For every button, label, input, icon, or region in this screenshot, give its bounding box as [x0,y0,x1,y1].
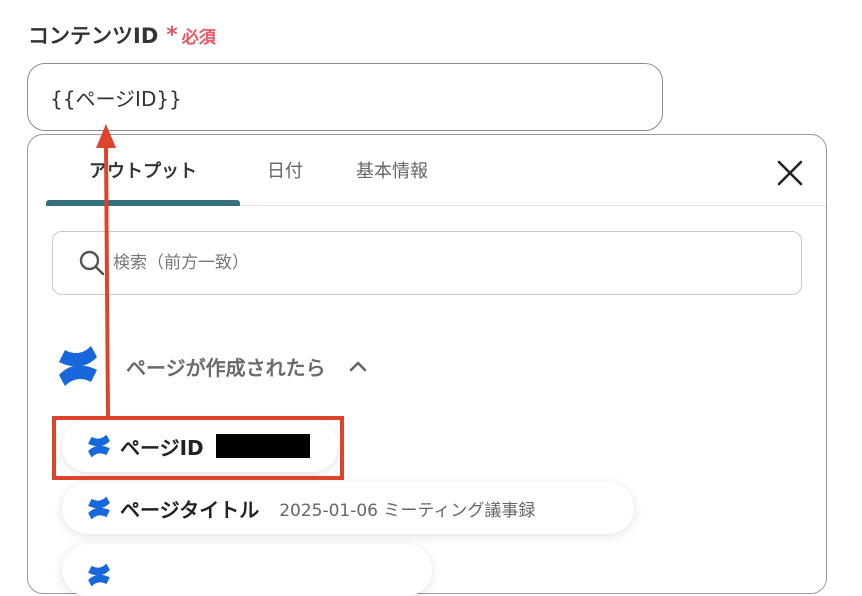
content-id-value: {{ページID}} [50,86,182,111]
output-item-label: ページタイトル [120,497,260,522]
output-item-partial[interactable] [62,544,432,596]
tab-output-label: アウトプット [89,161,197,182]
confluence-logo-icon [59,346,97,386]
tab-date-label: 日付 [267,161,303,182]
tab-output[interactable]: アウトプット [46,135,240,206]
annotation-highlight-box [52,416,344,480]
output-item-value: 2025-01-06 ミーティング議事録 [279,500,536,521]
group-header-page-created[interactable]: ページが作成されたら [56,341,368,391]
search-icon [79,250,105,276]
search-input[interactable] [111,252,715,274]
confluence-logo-icon [88,563,110,587]
confluence-logo-icon [88,496,110,520]
close-icon [777,160,803,186]
field-label: コンテンツID * 必須 [28,20,216,50]
content-id-input[interactable]: {{ページID}} [27,63,663,131]
required-star: * [166,22,178,48]
search-box[interactable] [52,231,802,295]
required-text: 必須 [181,27,216,48]
group-title: ページが作成されたら [126,355,326,380]
close-button[interactable] [776,159,804,187]
tab-basic-info[interactable]: 基本情報 [330,135,454,205]
chevron-up-icon[interactable] [348,359,368,373]
tab-bar: アウトプット 日付 基本情報 [46,135,826,206]
field-label-text: コンテンツID [28,24,159,48]
output-item-page-title[interactable]: ページタイトル 2025-01-06 ミーティング議事録 [62,482,634,534]
tab-date[interactable]: 日付 [240,135,330,205]
tab-basic-info-label: 基本情報 [356,161,428,182]
